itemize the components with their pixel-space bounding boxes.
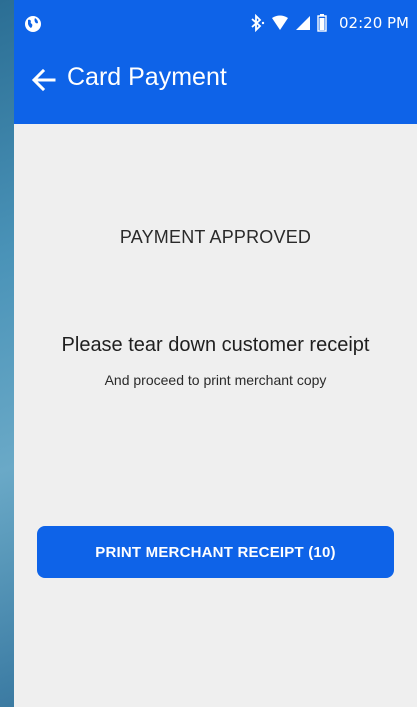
app-screen: 02:20 PM Card Payment PAYMENT APPROVED P… [14, 0, 417, 707]
app-bar: Card Payment [14, 46, 417, 124]
bluetooth-icon [249, 14, 265, 32]
status-icons: 02:20 PM [249, 12, 409, 34]
globe-icon [24, 15, 42, 33]
signal-icon [295, 15, 311, 31]
wifi-icon [271, 15, 289, 31]
arrow-left-icon[interactable] [30, 66, 58, 94]
battery-icon [317, 14, 327, 32]
payment-status-heading: PAYMENT APPROVED [119, 227, 312, 247]
page-title: Card Payment [67, 63, 227, 91]
status-bar: 02:20 PM [14, 0, 417, 46]
print-merchant-receipt-button[interactable]: PRINT MERCHANT RECEIPT (10) [37, 526, 394, 578]
instruction-submessage: And proceed to print merchant copy [104, 372, 327, 388]
instruction-message: Please tear down customer receipt [61, 334, 370, 356]
status-time: 02:20 PM [339, 14, 409, 32]
